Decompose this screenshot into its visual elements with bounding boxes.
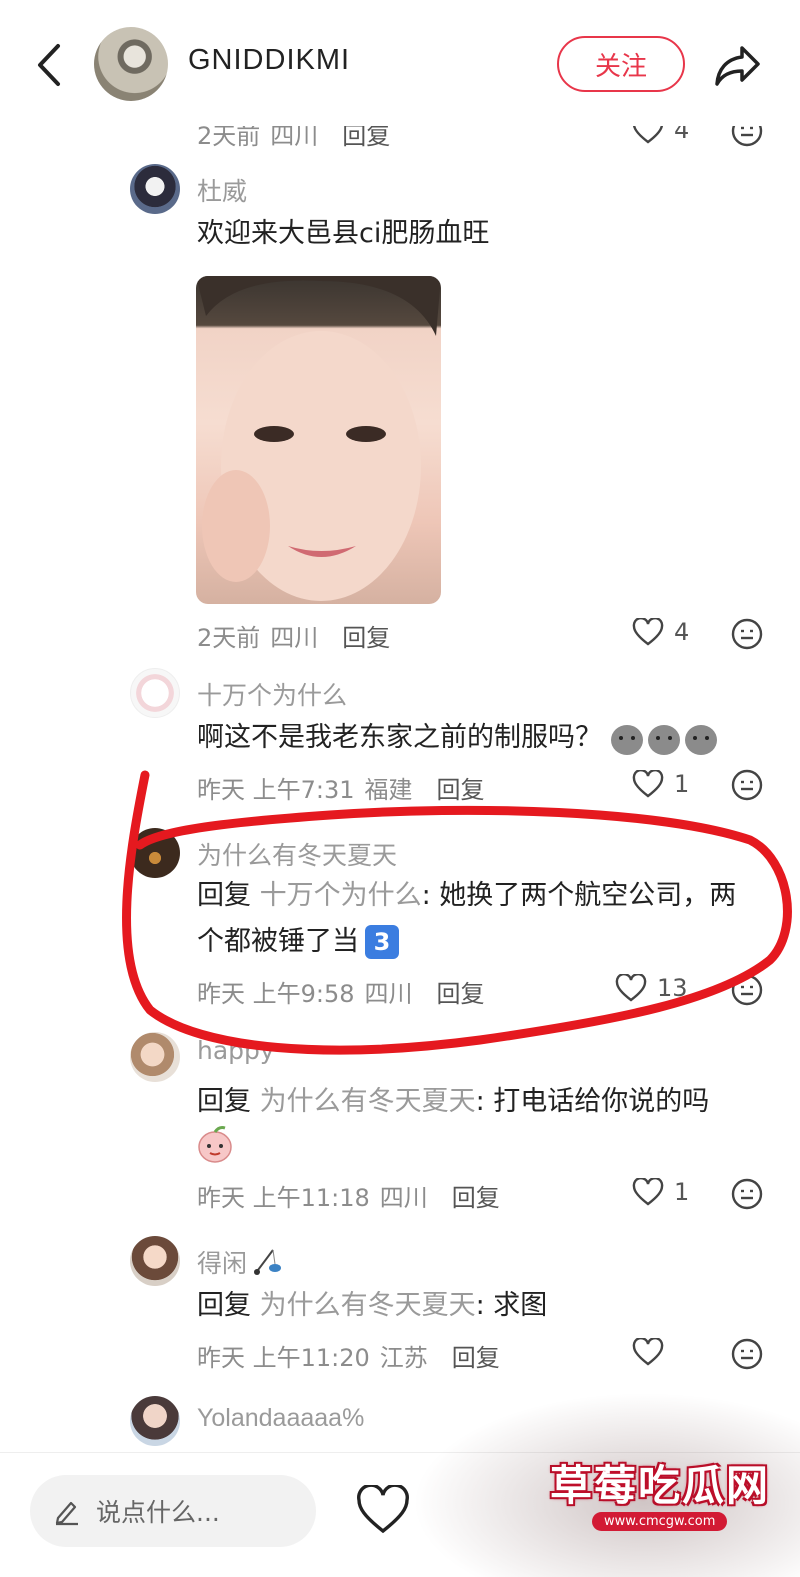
author-username[interactable]: GNIDDIKMI xyxy=(188,44,350,77)
avatar[interactable] xyxy=(130,1396,180,1446)
comment-time: 昨天 上午11:20 xyxy=(197,1344,370,1372)
heart-icon xyxy=(632,618,664,646)
like-button[interactable]: 4 xyxy=(632,618,689,646)
reply-prefix: 回复 xyxy=(197,880,251,911)
comment-region: 福建 xyxy=(364,776,413,804)
heart-icon xyxy=(632,1338,664,1366)
comment-time: 2天前 xyxy=(197,624,261,652)
reply-button[interactable]: 回复 xyxy=(342,618,390,653)
share-icon[interactable] xyxy=(712,40,762,90)
reply-target-username[interactable]: 为什么有冬天夏天 xyxy=(260,1290,476,1321)
reply-target-username[interactable]: 十万个为什么 xyxy=(260,880,422,911)
comment-meta: 昨天 上午11:18 四川 回复 xyxy=(197,1178,510,1213)
avatar[interactable] xyxy=(130,1236,180,1286)
comment-text: 个都被锤了当 xyxy=(197,926,359,957)
reply-button[interactable]: 回复 xyxy=(437,770,485,805)
like-post-heart-icon[interactable] xyxy=(356,1483,410,1535)
like-count: 1 xyxy=(674,770,690,798)
emoji-reaction-icon[interactable] xyxy=(730,1337,764,1371)
comment-photo[interactable] xyxy=(196,276,441,604)
comment-text: : 求图 xyxy=(475,1290,548,1321)
comment-region: 四川 xyxy=(270,624,319,652)
peach-emoji-icon xyxy=(197,1124,233,1168)
reply-prefix: 回复 xyxy=(197,1086,251,1117)
comment-input-placeholder: 说点什么... xyxy=(96,1498,220,1527)
emoji-reaction-icon[interactable] xyxy=(730,768,764,802)
sad-face-emoji-icon xyxy=(610,718,720,758)
avatar[interactable] xyxy=(130,668,180,718)
comment-text-row: 啊这不是我老东家之前的制服吗？ xyxy=(197,714,720,762)
comment-text: : 她换了两个航空公司，两 xyxy=(421,880,737,911)
comment-meta: 昨天 上午7:31 福建 回复 xyxy=(197,770,495,805)
like-count: 1 xyxy=(674,1178,690,1206)
reply-prefix: 回复 xyxy=(197,1290,251,1321)
comment-text: 欢迎来大邑县ci肥肠血旺 xyxy=(197,218,490,249)
pencil-icon xyxy=(52,1496,82,1526)
comment-text-line-1: 回复 十万个为什么: 她换了两个航空公司，两 xyxy=(197,872,736,920)
like-count: 13 xyxy=(657,974,688,1002)
like-button[interactable]: 1 xyxy=(632,1178,689,1206)
reply-button[interactable]: 回复 xyxy=(452,1338,500,1373)
reply-button[interactable]: 回复 xyxy=(452,1178,500,1213)
comment-region: 江苏 xyxy=(379,1344,428,1372)
avatar[interactable] xyxy=(130,164,180,214)
author-avatar[interactable] xyxy=(94,27,168,101)
top-bar: GNIDDIKMI 关注 xyxy=(0,0,800,126)
back-arrow-icon[interactable] xyxy=(30,40,70,90)
comment-username[interactable]: 十万个为什么 xyxy=(197,676,347,712)
comment-time: 昨天 上午9:58 xyxy=(197,980,355,1008)
reply-button[interactable]: 回复 xyxy=(437,974,485,1009)
comment-meta: 昨天 上午11:20 江苏 回复 xyxy=(197,1338,510,1373)
heart-icon xyxy=(632,770,664,798)
avatar[interactable] xyxy=(130,1032,180,1082)
comment-text-row: 回复 为什么有冬天夏天: 打电话给你说的吗 xyxy=(197,1078,709,1126)
watermark-url: www.cmcgw.com xyxy=(592,1512,728,1531)
emoji-reaction-icon[interactable] xyxy=(730,1177,764,1211)
comment-username[interactable]: 得闲 xyxy=(197,1244,247,1280)
watermark-logo: 草莓吃瓜网 www.cmcgw.com xyxy=(412,1392,800,1577)
follow-button[interactable]: 关注 xyxy=(557,36,685,92)
comment-meta: 昨天 上午9:58 四川 回复 xyxy=(197,974,495,1009)
avatar[interactable] xyxy=(130,828,180,878)
comment-text-row: 回复 为什么有冬天夏天: 求图 xyxy=(197,1282,547,1330)
comment-text: 啊这不是我老东家之前的制服吗？ xyxy=(197,722,602,753)
comment-text-line-2: 个都被锤了当 3 xyxy=(197,918,399,966)
comment-text: : 打电话给你说的吗 xyxy=(475,1086,710,1117)
comment-input[interactable]: 说点什么... xyxy=(30,1475,316,1547)
comment-meta: 2天前 四川 回复 xyxy=(197,618,400,653)
comment-region: 四川 xyxy=(379,1184,428,1212)
reply-target-username[interactable]: 为什么有冬天夏天 xyxy=(260,1086,476,1117)
like-button[interactable] xyxy=(632,1338,674,1366)
comment-region: 四川 xyxy=(364,980,413,1008)
comment-username[interactable]: happy xyxy=(197,1036,275,1065)
heart-icon xyxy=(632,1178,664,1206)
comment-time: 昨天 上午7:31 xyxy=(197,776,355,804)
like-button[interactable]: 1 xyxy=(632,770,689,798)
heart-icon xyxy=(615,974,647,1002)
fishing-emoji-icon xyxy=(251,1246,283,1278)
comment-username[interactable]: Yolandaaaaa% xyxy=(197,1404,364,1433)
comment-username-row: 得闲 xyxy=(197,1244,283,1280)
number-badge-icon: 3 xyxy=(365,925,399,959)
like-button[interactable]: 13 xyxy=(615,974,688,1002)
comment-username[interactable]: 杜威 xyxy=(197,172,247,208)
emoji-reaction-icon[interactable] xyxy=(730,973,764,1007)
like-count: 4 xyxy=(674,618,690,646)
comment-username[interactable]: 为什么有冬天夏天 xyxy=(197,836,397,872)
emoji-reaction-icon[interactable] xyxy=(730,617,764,651)
comment-time: 昨天 上午11:18 xyxy=(197,1184,370,1212)
watermark-text: 草莓吃瓜网 xyxy=(550,1461,771,1510)
